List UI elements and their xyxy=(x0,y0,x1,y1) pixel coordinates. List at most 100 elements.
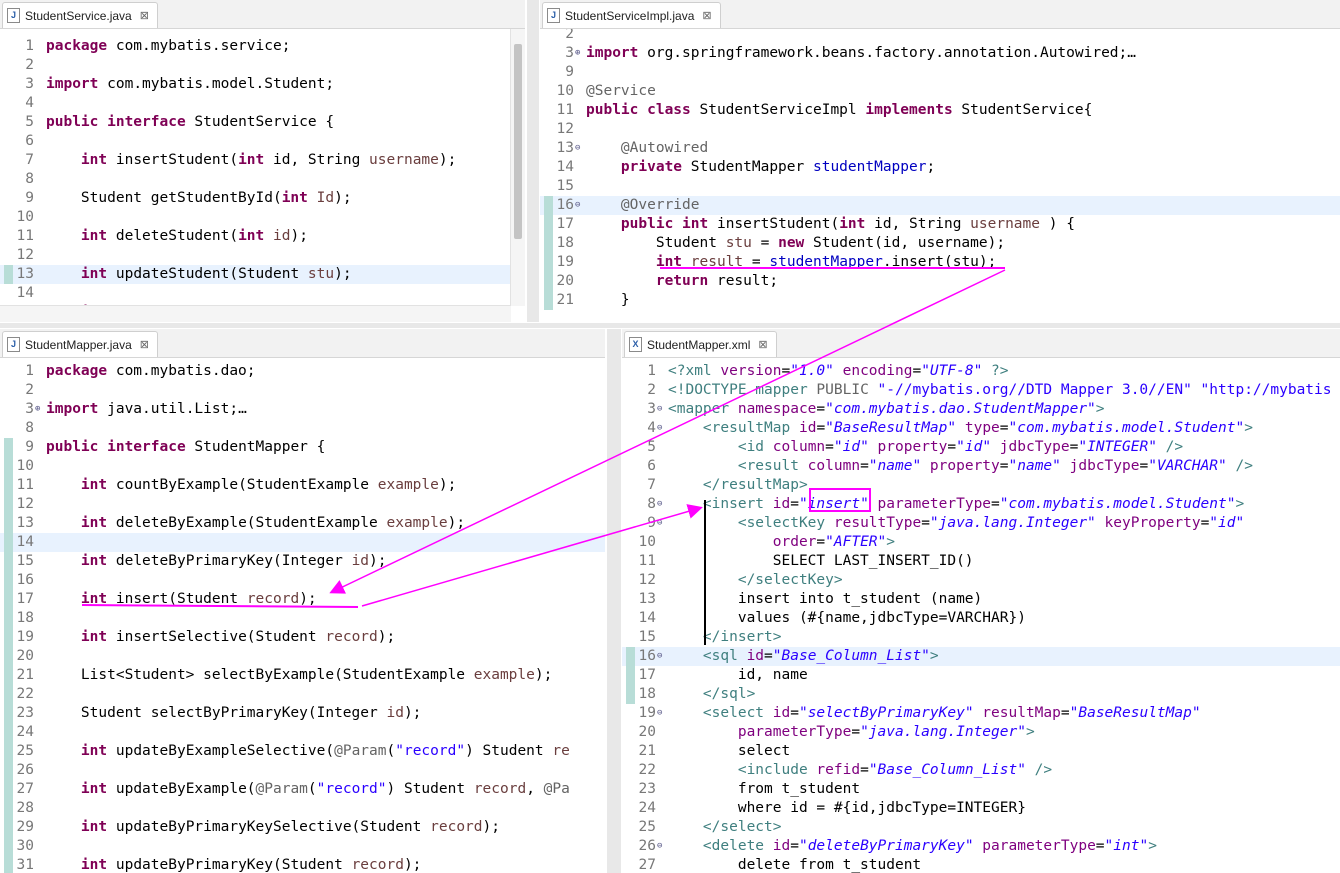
token: stu xyxy=(725,235,752,251)
line-number: 9 xyxy=(25,190,34,206)
token: resultMap xyxy=(973,705,1061,721)
token: > xyxy=(929,648,939,664)
code-area[interactable]: 1 package com.mybatis.service; 2 3 import co… xyxy=(0,29,525,322)
line-number: 7 xyxy=(25,152,34,168)
token: id, name xyxy=(668,667,808,683)
collapse-fold-icon[interactable]: ⊖ xyxy=(657,419,662,438)
line-number: 12 xyxy=(16,247,34,263)
editor-tab-mapper[interactable]: J StudentMapper.java ⊠ xyxy=(2,331,158,357)
token: parameterType xyxy=(973,838,1096,854)
token: ); xyxy=(438,477,457,493)
token: int xyxy=(80,857,108,873)
code-line: 13 int deleteByExample(StudentExample ex… xyxy=(0,514,605,533)
token: ); xyxy=(403,705,422,721)
expand-fold-icon[interactable]: ⊕ xyxy=(35,400,40,419)
collapse-fold-icon[interactable]: ⊖ xyxy=(657,514,662,533)
token: id, String xyxy=(865,216,971,232)
token: delete from t_student xyxy=(668,857,922,873)
close-tab-icon[interactable]: ⊠ xyxy=(758,338,767,351)
code-line: 11 public class StudentServiceImpl implem… xyxy=(540,101,1340,120)
token: ); xyxy=(377,629,396,645)
code-area[interactable]: 1 package com.mybatis.dao; 2 3 ⊕ import java.… xyxy=(0,358,605,873)
code-line: 9 xyxy=(540,63,1340,82)
line-text: int updateByPrimaryKey(Student record); xyxy=(46,856,422,873)
line-number: 3 xyxy=(565,45,574,61)
code-area[interactable]: 2 3 ⊕ import org.springframework.beans.fact… xyxy=(540,29,1340,322)
tab-label: StudentMapper.java xyxy=(25,337,132,352)
line-text: </insert> xyxy=(668,628,782,647)
token: com.mybatis.dao; xyxy=(107,363,256,379)
editor-tab-impl[interactable]: J StudentServiceImpl.java ⊠ xyxy=(542,2,721,28)
pane-divider[interactable] xyxy=(527,0,539,322)
token: StudentMapper { xyxy=(185,439,326,455)
editor-tab-service[interactable]: J StudentService.java ⊠ xyxy=(2,2,158,28)
scroll-thumb[interactable] xyxy=(514,44,522,239)
token: StudentService { xyxy=(194,114,335,130)
close-tab-icon[interactable]: ⊠ xyxy=(140,338,149,351)
line-text: parameterType="java.lang.Integer"> xyxy=(668,723,1035,742)
close-tab-icon[interactable]: ⊠ xyxy=(140,9,149,22)
token: import xyxy=(46,76,99,92)
token: int xyxy=(80,477,108,493)
token: PUBLIC xyxy=(807,382,869,398)
line-number: 14 xyxy=(556,159,574,175)
line-text: insert into t_student (name) xyxy=(668,590,982,609)
horizontal-scrollbar[interactable] xyxy=(0,305,511,322)
token: "BaseResultMap" xyxy=(825,420,957,436)
tab-bar: J StudentService.java ⊠ xyxy=(0,0,525,29)
collapse-fold-icon[interactable]: ⊖ xyxy=(575,139,580,158)
editor-tab-xml[interactable]: X StudentMapper.xml ⊠ xyxy=(624,331,777,357)
close-tab-icon[interactable]: ⊠ xyxy=(702,9,711,22)
collapse-fold-icon[interactable]: ⊖ xyxy=(657,400,662,419)
line-number: 10 xyxy=(556,83,574,99)
collapse-fold-icon[interactable]: ⊖ xyxy=(657,704,662,723)
line-number: 19 xyxy=(556,254,574,270)
line-text: int deleteStudent(int id); xyxy=(46,227,308,246)
token: = xyxy=(790,496,799,512)
token: = xyxy=(991,496,1000,512)
token: ); xyxy=(438,152,457,168)
token: = xyxy=(999,420,1009,436)
token: ); xyxy=(290,228,308,244)
line-number: 24 xyxy=(16,724,34,740)
token: "Base_Column_List" xyxy=(772,648,930,664)
token: = xyxy=(751,235,779,251)
code-line: 18 Student stu = new Student(id, usernam… xyxy=(540,234,1340,253)
token: List<Student> selectByExample(StudentExa… xyxy=(46,667,474,683)
code-line: 26 ⊖ <delete id="deleteByPrimaryKey" para… xyxy=(622,837,1340,856)
code-line: 23 from t_student xyxy=(622,780,1340,799)
token: </sql> xyxy=(702,686,756,702)
token: com.mybatis.model.Student; xyxy=(107,76,335,92)
token: updateStudent(Student xyxy=(107,266,308,282)
code-line: 3 ⊕ import org.springframework.beans.facto… xyxy=(540,44,1340,63)
token: property xyxy=(921,458,1000,474)
collapse-fold-icon[interactable]: ⊖ xyxy=(657,495,662,514)
line-text: int insertSelective(Student record); xyxy=(46,628,395,647)
line-number: 26 xyxy=(16,762,34,778)
token: keyProperty xyxy=(1095,515,1201,531)
line-text: <mapper namespace="com.mybatis.dao.Stude… xyxy=(668,400,1105,419)
code-line: 25 int updateByExampleSelective(@Param("… xyxy=(0,742,605,761)
collapse-fold-icon[interactable]: ⊖ xyxy=(657,837,662,856)
vertical-scrollbar[interactable] xyxy=(510,29,525,306)
collapse-fold-icon[interactable]: ⊖ xyxy=(575,196,580,215)
collapse-fold-icon[interactable]: ⊖ xyxy=(657,647,662,666)
expand-fold-icon[interactable]: ⊕ xyxy=(575,44,580,63)
code-area[interactable]: 1 <?xml version="1.0" encoding="UTF-8" ?>… xyxy=(622,358,1340,873)
token: /> xyxy=(1156,439,1184,455)
token: <id xyxy=(737,439,765,455)
token: import xyxy=(586,45,639,61)
code-line: 2 xyxy=(0,381,605,400)
line-text: } xyxy=(586,291,630,310)
pane-divider[interactable] xyxy=(607,329,621,873)
code-line: 3 ⊕ import java.util.List;… xyxy=(0,400,605,419)
pane-divider[interactable] xyxy=(0,323,1340,328)
token: example xyxy=(377,477,439,493)
token: "AFTER" xyxy=(825,534,887,550)
token: insertSelective(Student xyxy=(107,629,326,645)
token: ) Student xyxy=(465,743,553,759)
token: column xyxy=(764,439,826,455)
code-line: 1 package com.mybatis.dao; xyxy=(0,362,605,381)
